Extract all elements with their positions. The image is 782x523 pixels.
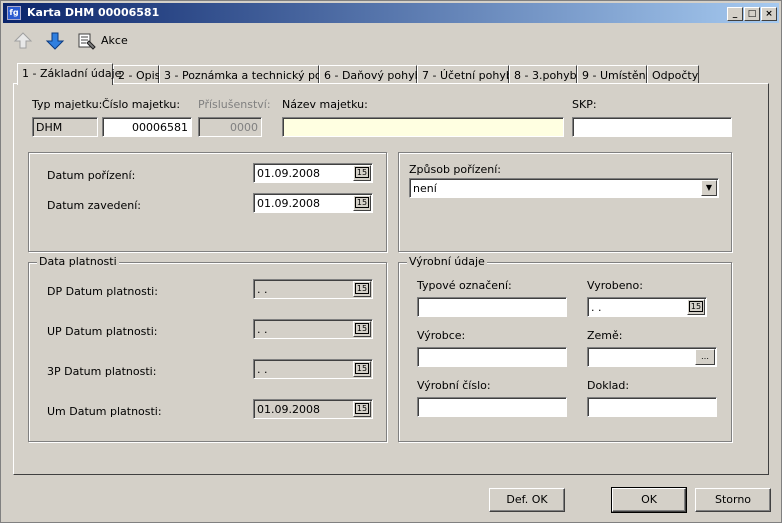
vyrobce-field[interactable]: [417, 347, 567, 367]
um-datum-value: 01.09.2008: [257, 403, 320, 416]
data-platnosti-title: Data platnosti: [37, 255, 119, 268]
zpusob-porizeni-label: Způsob pořízení:: [409, 163, 501, 176]
nazev-majetku-label: Název majetku:: [282, 98, 368, 111]
3p-datum-value: . .: [257, 363, 268, 376]
up-datum-field[interactable]: . . 15: [253, 319, 373, 339]
skp-field[interactable]: [572, 117, 732, 137]
calendar-icon[interactable]: 15: [353, 401, 371, 417]
zpusob-porizeni-value: není: [413, 182, 437, 195]
3p-datum-field[interactable]: . . 15: [253, 359, 373, 379]
def-ok-button[interactable]: Def. OK: [489, 488, 565, 512]
dp-datum-label: DP Datum platnosti:: [47, 285, 158, 298]
maximize-button[interactable]: □: [744, 7, 760, 21]
datum-porizeni-value: 01.09.2008: [257, 167, 320, 180]
calendar-icon[interactable]: 15: [353, 361, 371, 377]
zpusob-group: Způsob pořízení: není ▼: [398, 152, 732, 252]
vyrobeno-field[interactable]: . . 15: [587, 297, 707, 317]
zeme-label: Země:: [587, 329, 623, 342]
calendar-icon[interactable]: 15: [687, 299, 705, 315]
vyrobce-label: Výrobce:: [417, 329, 466, 342]
doklad-field[interactable]: [587, 397, 717, 417]
tab-umisteni[interactable]: 9 - Umístění: [577, 65, 649, 84]
dp-datum-value: . .: [257, 283, 268, 296]
typ-majetku-field: DHM: [32, 117, 98, 137]
arrow-down-icon[interactable]: [45, 31, 65, 51]
tab-odpocty[interactable]: Odpočty: [647, 65, 699, 84]
vyrobni-cislo-field[interactable]: [417, 397, 567, 417]
datum-porizeni-label: Datum pořízení:: [47, 169, 136, 182]
vyrobni-udaje-group: Výrobní údaje Typové označení: Vyrobeno:…: [398, 255, 732, 442]
asset-card-window: fg Karta DHM 00006581 _ □ × Akce 1 - Zák…: [0, 0, 782, 523]
prislusenstvi-label: Příslušenství:: [198, 98, 271, 111]
typove-oznaceni-label: Typové označení:: [417, 279, 512, 292]
calendar-icon[interactable]: 15: [353, 281, 371, 297]
datum-zavedeni-label: Datum zavedení:: [47, 199, 141, 212]
close-button[interactable]: ×: [761, 7, 777, 21]
zeme-field[interactable]: …: [587, 347, 717, 367]
actions-icon[interactable]: [77, 31, 97, 51]
chevron-down-icon[interactable]: ▼: [701, 180, 717, 196]
nazev-majetku-field[interactable]: [282, 117, 564, 137]
up-datum-value: . .: [257, 323, 268, 336]
um-datum-label: Um Datum platnosti:: [47, 405, 162, 418]
ellipsis-icon[interactable]: …: [695, 349, 715, 365]
tab-zakladni-udaje[interactable]: 1 - Základní údaje: [17, 63, 121, 85]
cislo-majetku-field[interactable]: 00006581: [102, 117, 192, 137]
ok-button[interactable]: OK: [611, 487, 687, 513]
typove-oznaceni-field[interactable]: [417, 297, 567, 317]
vyrobeno-value: . .: [591, 301, 602, 314]
actions-label[interactable]: Akce: [101, 34, 128, 47]
window-title: Karta DHM 00006581: [27, 6, 160, 19]
3p-datum-label: 3P Datum platnosti:: [47, 365, 157, 378]
toolbar: Akce: [5, 27, 775, 53]
zpusob-porizeni-select[interactable]: není ▼: [409, 178, 719, 198]
um-datum-field[interactable]: 01.09.2008 15: [253, 399, 373, 419]
tab-danovy-pohyb[interactable]: 6 - Daňový pohyb: [319, 65, 422, 84]
dp-datum-field[interactable]: . . 15: [253, 279, 373, 299]
datum-porizeni-field[interactable]: 01.09.2008 15: [253, 163, 373, 183]
calendar-icon[interactable]: 15: [353, 321, 371, 337]
tab-3-pohyb[interactable]: 8 - 3.pohyb: [509, 65, 577, 84]
prislusenstvi-field: 0000: [198, 117, 262, 137]
tab-ucetni-pohyb[interactable]: 7 - Účetní pohyb: [417, 65, 513, 84]
calendar-icon[interactable]: 15: [353, 195, 371, 211]
datum-zavedeni-value: 01.09.2008: [257, 197, 320, 210]
doklad-label: Doklad:: [587, 379, 630, 392]
cislo-majetku-label: Číslo majetku:: [102, 98, 181, 111]
typ-majetku-label: Typ majetku:: [32, 98, 103, 111]
skp-label: SKP:: [572, 98, 597, 111]
app-icon: fg: [7, 6, 21, 20]
vyrobni-udaje-title: Výrobní údaje: [407, 255, 487, 268]
vyrobni-cislo-label: Výrobní číslo:: [417, 379, 491, 392]
arrow-up-icon[interactable]: [13, 31, 33, 51]
dates-group: Datum pořízení: 01.09.2008 15 Datum zave…: [28, 152, 387, 252]
tab-poznamka[interactable]: 3 - Poznámka a technický popis: [159, 65, 337, 84]
minimize-button[interactable]: _: [727, 7, 743, 21]
storno-button[interactable]: Storno: [695, 488, 771, 512]
datum-zavedeni-field[interactable]: 01.09.2008 15: [253, 193, 373, 213]
title-bar: fg Karta DHM 00006581 _ □ ×: [3, 3, 779, 23]
up-datum-label: UP Datum platnosti:: [47, 325, 158, 338]
tab-panel: Typ majetku: DHM Číslo majetku: 00006581…: [13, 83, 769, 475]
data-platnosti-group: Data platnosti DP Datum platnosti: . . 1…: [28, 255, 387, 442]
vyrobeno-label: Vyrobeno:: [587, 279, 643, 292]
calendar-icon[interactable]: 15: [353, 165, 371, 181]
